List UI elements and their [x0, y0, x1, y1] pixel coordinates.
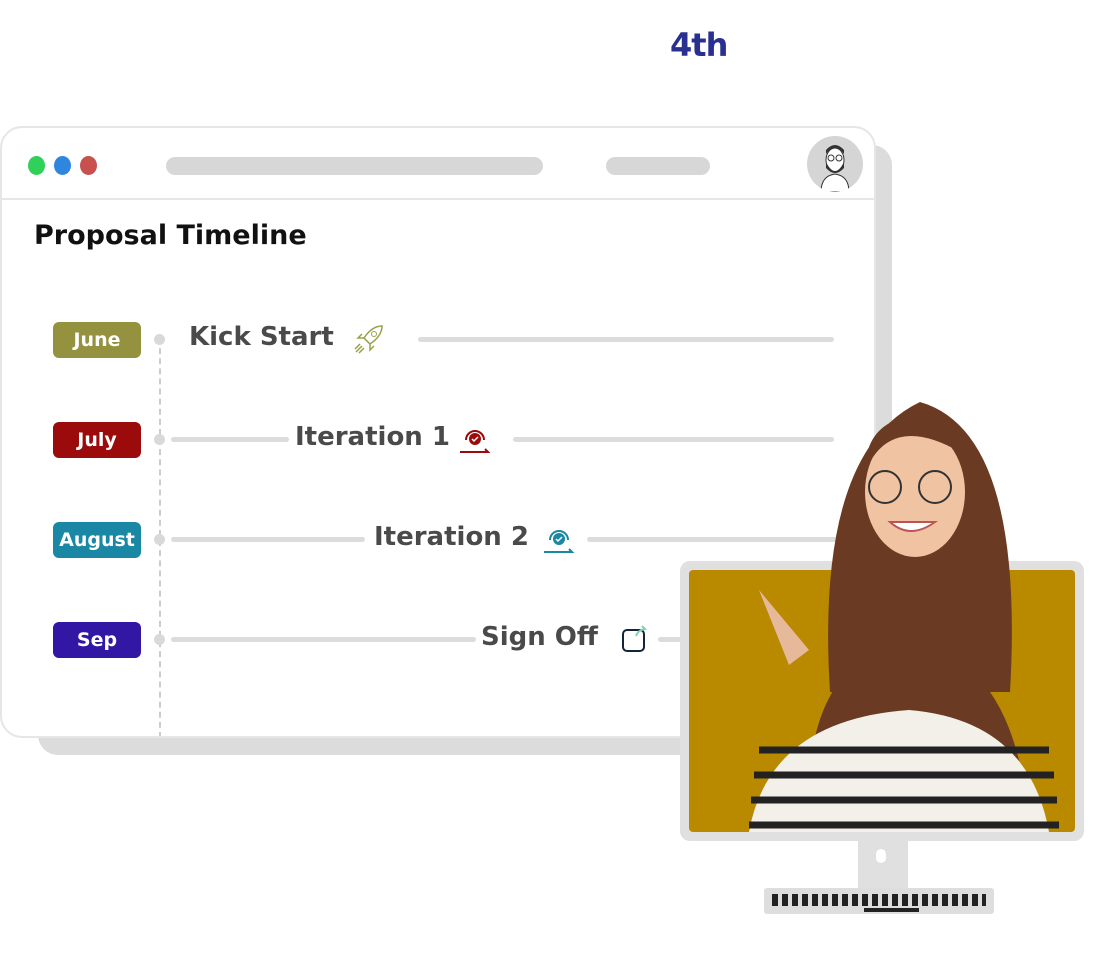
timeline-bar: [171, 537, 365, 542]
month-badge: Sep: [53, 622, 141, 658]
timeline-bar: [171, 637, 476, 642]
month-badge: August: [53, 522, 141, 558]
timeline-node: [154, 434, 165, 445]
timeline-node: [154, 534, 165, 545]
timeline-bar: [513, 437, 834, 442]
refresh-check-icon: [460, 430, 491, 453]
user-avatar-icon[interactable]: [807, 136, 863, 192]
green-dot-button[interactable]: [28, 156, 45, 175]
share-icon: [622, 625, 648, 652]
presenter-head: [828, 402, 1012, 692]
red-dot-button[interactable]: [80, 156, 97, 175]
timeline-node: [154, 634, 165, 645]
milestone-label: Sign Off: [481, 622, 598, 652]
month-badge: June: [53, 322, 141, 358]
milestone-label: Iteration 2: [374, 522, 529, 552]
toolbar-pill[interactable]: [606, 157, 710, 175]
milestone-label: Iteration 1: [295, 422, 450, 452]
refresh-check-icon: [544, 530, 575, 553]
timeline-row-august: August Iteration 2: [2, 520, 874, 560]
milestone-label: Kick Start: [189, 322, 334, 352]
rocket-icon: [354, 325, 383, 354]
timeline-bar: [587, 537, 837, 542]
month-badge: July: [53, 422, 141, 458]
timeline-row-july: July Iteration 1: [2, 420, 874, 460]
monitor-stand: [858, 841, 908, 891]
timeline-node: [154, 334, 165, 345]
keyboard: [764, 888, 994, 914]
timeline-bar: [418, 337, 834, 342]
timeline-bar: [171, 437, 289, 442]
blue-dot-button[interactable]: [54, 156, 71, 175]
page-title: Proposal Timeline: [34, 220, 307, 251]
window-topbar: [2, 128, 874, 200]
step-badge: 4th: [670, 26, 728, 64]
timeline-row-june: June Kick Start: [2, 320, 874, 360]
address-bar[interactable]: [166, 157, 543, 175]
